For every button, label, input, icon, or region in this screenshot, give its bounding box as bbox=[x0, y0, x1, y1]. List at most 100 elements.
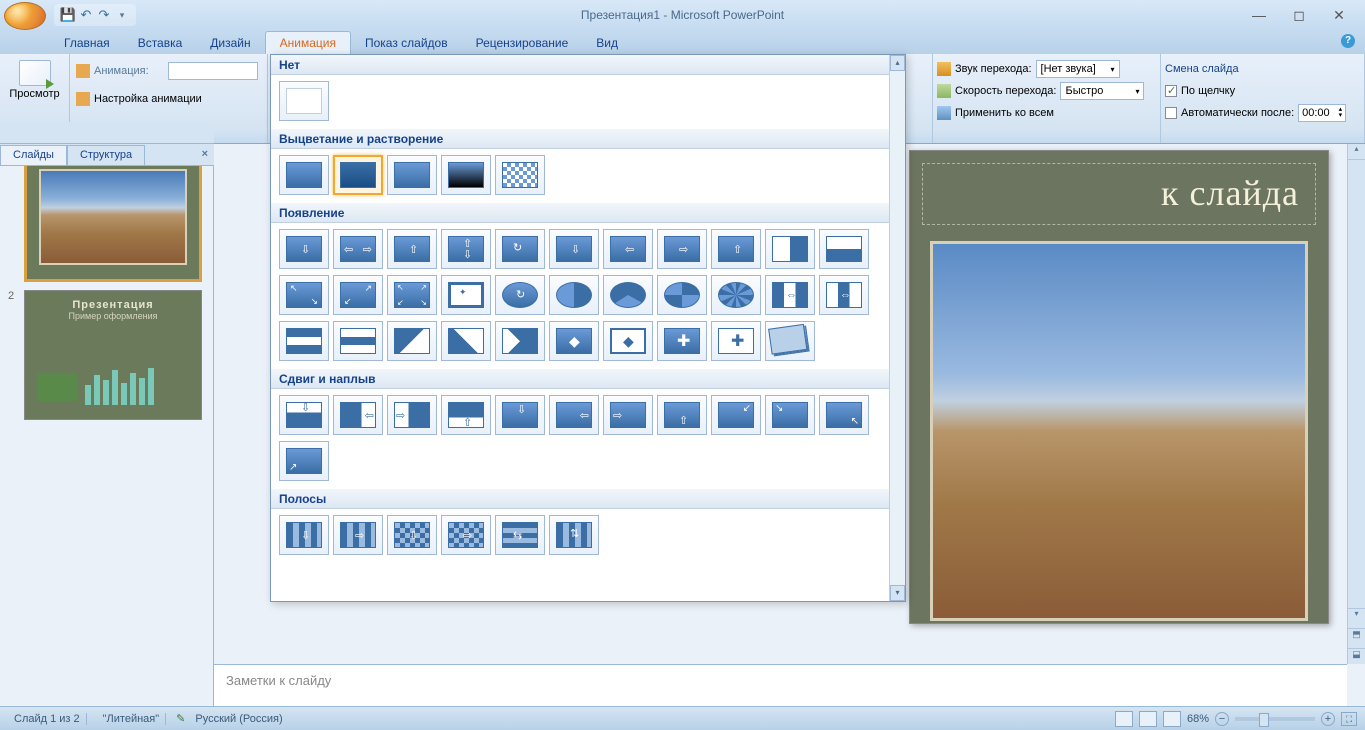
transition-fade-5[interactable] bbox=[495, 155, 545, 195]
scroll-down-icon[interactable]: ▾ bbox=[890, 585, 905, 601]
transition-stripes-6[interactable]: ⇅ bbox=[549, 515, 599, 555]
transition-bars-2[interactable] bbox=[333, 321, 383, 361]
slide-canvas[interactable]: к слайда bbox=[909, 150, 1329, 624]
undo-icon[interactable]: ↶ bbox=[78, 7, 94, 23]
spellcheck-icon[interactable]: ✎ bbox=[176, 712, 185, 725]
help-icon[interactable]: ? bbox=[1341, 34, 1355, 48]
transition-box-2[interactable]: ↙↗ bbox=[333, 275, 383, 315]
transition-cover-5[interactable]: ↙ bbox=[711, 395, 761, 435]
notes-pane[interactable]: Заметки к слайду bbox=[214, 664, 1347, 706]
transition-stripes-2[interactable]: ⇨ bbox=[333, 515, 383, 555]
transition-split-v[interactable]: ⇔ bbox=[819, 275, 869, 315]
redo-icon[interactable]: ↷ bbox=[96, 7, 112, 23]
tab-slides[interactable]: Слайды bbox=[0, 145, 67, 165]
zoom-label[interactable]: 68% bbox=[1187, 713, 1209, 725]
save-icon[interactable]: 💾 bbox=[60, 7, 76, 23]
slide-image[interactable] bbox=[930, 241, 1308, 621]
transition-push-4[interactable]: ⇧ bbox=[441, 395, 491, 435]
transition-wipe-2[interactable]: ⇦⇨ bbox=[333, 229, 383, 269]
transition-fade-4[interactable] bbox=[441, 155, 491, 195]
view-sorter-button[interactable] bbox=[1139, 711, 1157, 727]
transition-bars-1[interactable] bbox=[279, 321, 329, 361]
transition-stripes-1[interactable]: ⇩ bbox=[279, 515, 329, 555]
transition-wipe-1[interactable]: ⇩ bbox=[279, 229, 329, 269]
tab-view[interactable]: Вид bbox=[582, 32, 632, 54]
pane-close-icon[interactable]: × bbox=[202, 148, 208, 160]
transition-wipe-11[interactable] bbox=[819, 229, 869, 269]
fit-window-button[interactable]: ⛶ bbox=[1341, 712, 1357, 726]
qat-dropdown-icon[interactable]: ▾ bbox=[114, 7, 130, 23]
status-language[interactable]: Русский (Россия) bbox=[195, 713, 282, 725]
transition-wipe-10[interactable] bbox=[765, 229, 815, 269]
transition-wipe-8[interactable]: ⇨ bbox=[657, 229, 707, 269]
close-button[interactable]: ✕ bbox=[1327, 5, 1351, 25]
transition-stairs-2[interactable] bbox=[441, 321, 491, 361]
transition-wheel-4[interactable] bbox=[657, 275, 707, 315]
transition-box-3[interactable]: ↖↗↙↘ bbox=[387, 275, 437, 315]
maximize-button[interactable]: ◻ bbox=[1287, 5, 1311, 25]
transition-shuffle[interactable] bbox=[765, 321, 815, 361]
transition-diamond-2[interactable]: ◆ bbox=[603, 321, 653, 361]
transition-cover-3[interactable]: ⇨ bbox=[603, 395, 653, 435]
view-slideshow-button[interactable] bbox=[1163, 711, 1181, 727]
transition-diamond-1[interactable]: ◆ bbox=[549, 321, 599, 361]
transition-wipe-6[interactable]: ⇩ bbox=[549, 229, 599, 269]
tab-outline[interactable]: Структура bbox=[67, 145, 145, 165]
tab-animation[interactable]: Анимация bbox=[265, 31, 351, 54]
transition-wipe-9[interactable]: ⇧ bbox=[711, 229, 761, 269]
transition-box-4[interactable]: ✦ bbox=[441, 275, 491, 315]
transition-cover-2[interactable]: ⇦ bbox=[549, 395, 599, 435]
transition-none[interactable] bbox=[279, 81, 329, 121]
minimize-button[interactable]: — bbox=[1247, 5, 1271, 25]
transition-fade-2[interactable] bbox=[333, 155, 383, 195]
apply-all-button[interactable]: Применить ко всем bbox=[955, 107, 1054, 119]
speed-combo[interactable]: Быстро▾ bbox=[1060, 82, 1144, 100]
transition-push-1[interactable]: ⇩ bbox=[279, 395, 329, 435]
transition-push-2[interactable]: ⇦ bbox=[333, 395, 383, 435]
transition-stripes-4[interactable]: ⇨ bbox=[441, 515, 491, 555]
transition-wedge[interactable] bbox=[495, 321, 545, 361]
transition-fade-3[interactable] bbox=[387, 155, 437, 195]
auto-after-checkbox[interactable] bbox=[1165, 107, 1177, 119]
transition-cover-1[interactable]: ⇩ bbox=[495, 395, 545, 435]
transition-wipe-4[interactable]: ⇧⇩ bbox=[441, 229, 491, 269]
transition-stripes-3[interactable]: ⇩ bbox=[387, 515, 437, 555]
transition-stairs-1[interactable] bbox=[387, 321, 437, 361]
transition-wipe-5[interactable]: ↻ bbox=[495, 229, 545, 269]
zoom-slider[interactable] bbox=[1235, 717, 1315, 721]
transition-push-3[interactable]: ⇨ bbox=[387, 395, 437, 435]
transition-wheel-3[interactable] bbox=[603, 275, 653, 315]
transition-stripes-5[interactable]: ⇆ bbox=[495, 515, 545, 555]
vertical-scrollbar[interactable]: ▴ ▾ ⬒ ⬓ bbox=[1347, 144, 1365, 664]
slide-title-placeholder[interactable]: к слайда bbox=[922, 163, 1316, 225]
transition-wheel-5[interactable] bbox=[711, 275, 761, 315]
on-click-checkbox[interactable]: ✓ bbox=[1165, 85, 1177, 97]
sound-combo[interactable]: [Нет звука]▾ bbox=[1036, 60, 1120, 78]
transition-cover-4[interactable]: ⇧ bbox=[657, 395, 707, 435]
transition-plus[interactable]: ✚ bbox=[657, 321, 707, 361]
view-normal-button[interactable] bbox=[1115, 711, 1133, 727]
transition-cover-8[interactable]: ↗ bbox=[279, 441, 329, 481]
transition-cover-6[interactable]: ↘ bbox=[765, 395, 815, 435]
transition-wheel-2[interactable] bbox=[549, 275, 599, 315]
transition-split-h[interactable]: ⇔ bbox=[765, 275, 815, 315]
tab-design[interactable]: Дизайн bbox=[196, 32, 264, 54]
custom-anim-button[interactable]: Настройка анимации bbox=[94, 93, 202, 105]
auto-after-time[interactable]: 00:00▴▾ bbox=[1298, 104, 1346, 122]
zoom-out-button[interactable]: − bbox=[1215, 712, 1229, 726]
transition-wipe-3[interactable]: ⇧ bbox=[387, 229, 437, 269]
transition-box-1[interactable]: ↖↘ bbox=[279, 275, 329, 315]
transition-fade-1[interactable] bbox=[279, 155, 329, 195]
transition-wheel-1[interactable]: ↻ bbox=[495, 275, 545, 315]
animate-combo[interactable] bbox=[168, 62, 258, 80]
tab-home[interactable]: Главная bbox=[50, 32, 124, 54]
tab-review[interactable]: Рецензирование bbox=[462, 32, 583, 54]
office-button[interactable] bbox=[4, 2, 46, 30]
transition-plus-2[interactable]: ✚ bbox=[711, 321, 761, 361]
preview-button[interactable]: Просмотр bbox=[6, 56, 63, 104]
zoom-in-button[interactable]: + bbox=[1321, 712, 1335, 726]
tab-slideshow[interactable]: Показ слайдов bbox=[351, 32, 462, 54]
tab-insert[interactable]: Вставка bbox=[124, 32, 197, 54]
scroll-up-icon[interactable]: ▴ bbox=[890, 55, 905, 71]
gallery-scrollbar[interactable]: ▴ ▾ bbox=[889, 55, 905, 601]
